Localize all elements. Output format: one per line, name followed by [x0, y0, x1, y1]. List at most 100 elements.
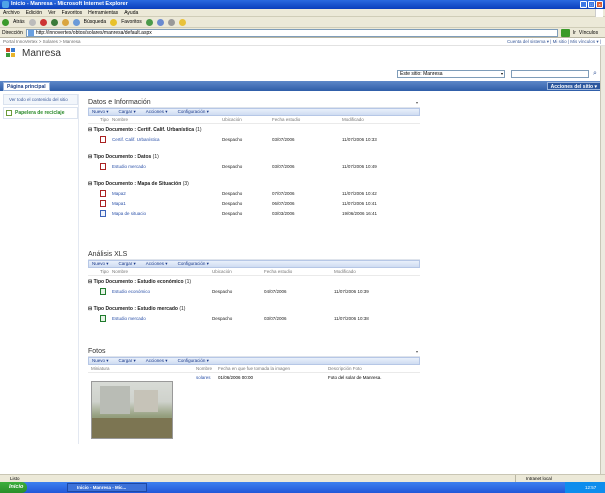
group-header[interactable]: ⊟ Tipo Documento : Datos (1) [88, 153, 420, 162]
taskbar-app-ie[interactable]: Inicio - Manresa - Mic... [67, 483, 147, 492]
history-icon[interactable] [145, 18, 153, 26]
menu-herramientas[interactable]: Herramientas [88, 9, 118, 16]
search-icon[interactable] [72, 18, 80, 26]
col-fecha-imagen[interactable]: Fecha en que fue tomada la imagen [218, 365, 328, 372]
vertical-scrollbar[interactable] [600, 46, 605, 474]
col-nombre[interactable]: Nombre [112, 268, 212, 275]
recycle-bin-link[interactable]: Papelera de reciclaje [3, 107, 78, 119]
user-links[interactable]: Cuenta del sistema ▾ | Mi sitio | Mis ví… [507, 38, 601, 46]
site-name[interactable]: Manresa [22, 48, 61, 59]
go-label[interactable]: Ir [573, 30, 576, 36]
actions-button[interactable]: Acciones ▾ [146, 358, 168, 364]
excel-document-icon [100, 288, 106, 295]
back-button[interactable]: Atrás [13, 19, 25, 25]
table-row[interactable]: Mapa1 Despacho 06/07/2006 11/07/2006 10:… [88, 199, 420, 209]
doc-name-link[interactable]: Mapa2 [112, 189, 222, 199]
col-tipo[interactable]: Tipo [88, 268, 112, 275]
doc-name-link[interactable]: Certif. Calif. Urbanística [112, 135, 222, 145]
col-ubicacion[interactable]: Ubicación [212, 268, 264, 275]
doc-name-link[interactable]: Mapa de situacio [112, 209, 222, 219]
new-button[interactable]: Nuevo ▾ [92, 358, 109, 364]
tab-home[interactable]: Página principal [3, 82, 50, 91]
minimize-button[interactable]: _ [580, 1, 587, 8]
table-row[interactable]: Estudio mercado Despacho 03/07/2006 11/0… [88, 162, 420, 172]
photo-name-link[interactable]: solares [196, 373, 218, 383]
search-input[interactable] [511, 70, 589, 78]
address-input[interactable]: http://innovertex/obtos/solares/manresa/… [25, 28, 558, 37]
search-button[interactable]: Búsqueda [84, 19, 107, 25]
menu-edicion[interactable]: Edición [26, 9, 42, 16]
print-icon[interactable] [167, 18, 175, 26]
col-modificado[interactable]: Modificado [334, 268, 356, 275]
col-modificado[interactable]: Modificado [342, 116, 364, 123]
webpart-menu-icon[interactable]: ▾ [416, 347, 418, 357]
group-header[interactable]: ⊟ Tipo Documento : Certif. Calif. Urbaní… [88, 126, 420, 135]
upload-button[interactable]: Cargar ▾ [119, 358, 136, 364]
excel-document-icon [100, 315, 106, 322]
start-button[interactable]: Inicio [0, 482, 27, 493]
refresh-icon[interactable] [50, 18, 58, 26]
favorites-button[interactable]: Favoritos [121, 19, 142, 25]
favorites-star-icon[interactable] [110, 18, 118, 26]
group-header[interactable]: ⊟ Tipo Documento : Mapa de Situación (3) [88, 180, 420, 189]
menu-favoritos[interactable]: Favoritos [62, 9, 83, 16]
actions-button[interactable]: Acciones ▾ [146, 109, 168, 115]
webpart-menu-icon[interactable]: ▾ [416, 98, 418, 108]
fotos-headers: Miniatura Nombre Fecha en que fue tomada… [88, 365, 420, 373]
col-nombre[interactable]: Nombre [196, 365, 218, 372]
group-header[interactable]: ⊟ Tipo Documento : Estudio mercado (1) [88, 305, 420, 314]
datos-title-text[interactable]: Datos e Información [88, 99, 151, 106]
home-icon[interactable] [61, 18, 69, 26]
back-arrow-icon[interactable] [2, 18, 9, 26]
site-actions-menu[interactable]: Acciones del sitio ▾ [546, 82, 601, 90]
search-go-icon[interactable]: ⌕ [591, 70, 599, 78]
doc-name-link[interactable]: Estudio mercado [112, 314, 212, 324]
upload-button[interactable]: Cargar ▾ [119, 109, 136, 115]
settings-button[interactable]: Configuración ▾ [178, 109, 209, 115]
table-row[interactable]: Mapa2 Despacho 07/07/2006 11/07/2006 10:… [88, 189, 420, 199]
col-descripcion[interactable]: Descripción Foto [328, 365, 362, 372]
go-button[interactable] [560, 28, 570, 37]
settings-button[interactable]: Configuración ▾ [178, 261, 209, 267]
col-nombre[interactable]: Nombre [112, 116, 222, 123]
table-row[interactable]: Estudio mercado Despacho 03/07/2006 11/0… [88, 314, 420, 324]
portal-breadcrumb-bar: Portal InnoVertex > Solares > Manresa Cu… [0, 38, 605, 46]
clock[interactable]: 12:57 [585, 485, 596, 490]
fotos-title-text[interactable]: Fotos [88, 348, 106, 355]
folder-icon[interactable] [178, 18, 186, 26]
col-ubicacion[interactable]: Ubicación [222, 116, 272, 123]
group-header[interactable]: ⊟ Tipo Documento : Estudio económico (1) [88, 278, 420, 287]
col-fecha[interactable]: Fecha estudio [264, 268, 334, 275]
col-miniatura[interactable]: Miniatura [88, 365, 196, 372]
stop-icon[interactable] [39, 18, 47, 26]
col-tipo[interactable]: Tipo [88, 116, 112, 123]
upload-button[interactable]: Cargar ▾ [119, 261, 136, 267]
analisis-title-text[interactable]: Análisis XLS [88, 251, 127, 258]
new-button[interactable]: Nuevo ▾ [92, 109, 109, 115]
doc-name-link[interactable]: Mapa1 [112, 199, 222, 209]
menu-archivo[interactable]: Archivo [3, 9, 20, 16]
menu-ayuda[interactable]: Ayuda [124, 9, 138, 16]
table-row[interactable]: Estudio económico Despacho 04/07/2006 11… [88, 287, 420, 297]
close-button[interactable]: × [596, 1, 603, 8]
browser-toolbar: Atrás Búsqueda Favoritos [0, 17, 605, 28]
forward-arrow-icon[interactable] [28, 18, 36, 26]
maximize-button[interactable]: □ [588, 1, 595, 8]
actions-button[interactable]: Acciones ▾ [146, 261, 168, 267]
view-all-content-link[interactable]: Ver todo el contenido del sitio [3, 94, 78, 105]
col-fecha[interactable]: Fecha estudio [272, 116, 342, 123]
doc-name-link[interactable]: Estudio mercado [112, 162, 222, 172]
top-nav-bar [0, 81, 605, 91]
breadcrumb[interactable]: Portal InnoVertex > Solares > Manresa [3, 39, 81, 44]
table-row[interactable]: Mapa de situacio Despacho 03/03/2006 19/… [88, 209, 420, 219]
search-scope-select[interactable]: Este sitio: Manresa ▾ [397, 70, 505, 78]
table-row[interactable]: Certif. Calif. Urbanística Despacho 03/0… [88, 135, 420, 145]
links-button[interactable]: Vínculos [579, 30, 598, 36]
settings-button[interactable]: Configuración ▾ [178, 358, 209, 364]
doc-name-link[interactable]: Estudio económico [112, 287, 212, 297]
menu-ver[interactable]: Ver [48, 9, 56, 16]
mail-icon[interactable] [156, 18, 164, 26]
fotos-title: Fotos ▾ [88, 347, 420, 357]
new-button[interactable]: Nuevo ▾ [92, 261, 109, 267]
photo-thumbnail[interactable] [91, 381, 173, 439]
